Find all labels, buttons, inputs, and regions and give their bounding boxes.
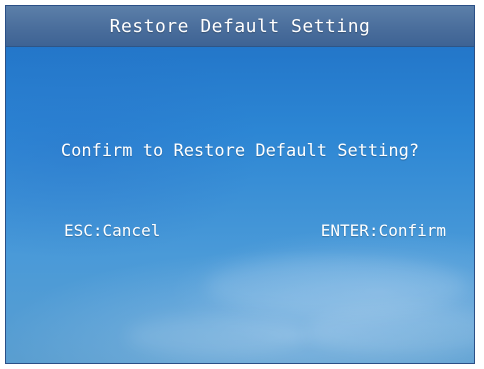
background-cloud <box>306 306 474 356</box>
confirm-message: Confirm to Restore Default Setting? <box>60 141 420 161</box>
cancel-key-hint[interactable]: ESC:Cancel <box>64 221 160 240</box>
dialog-title: Restore Default Setting <box>109 15 371 37</box>
device-screen: Restore Default Setting Confirm to Resto… <box>5 5 475 364</box>
background-cloud <box>126 316 306 356</box>
dialog-title-bar: Restore Default Setting <box>6 6 474 47</box>
confirm-key-hint[interactable]: ENTER:Confirm <box>321 221 446 240</box>
